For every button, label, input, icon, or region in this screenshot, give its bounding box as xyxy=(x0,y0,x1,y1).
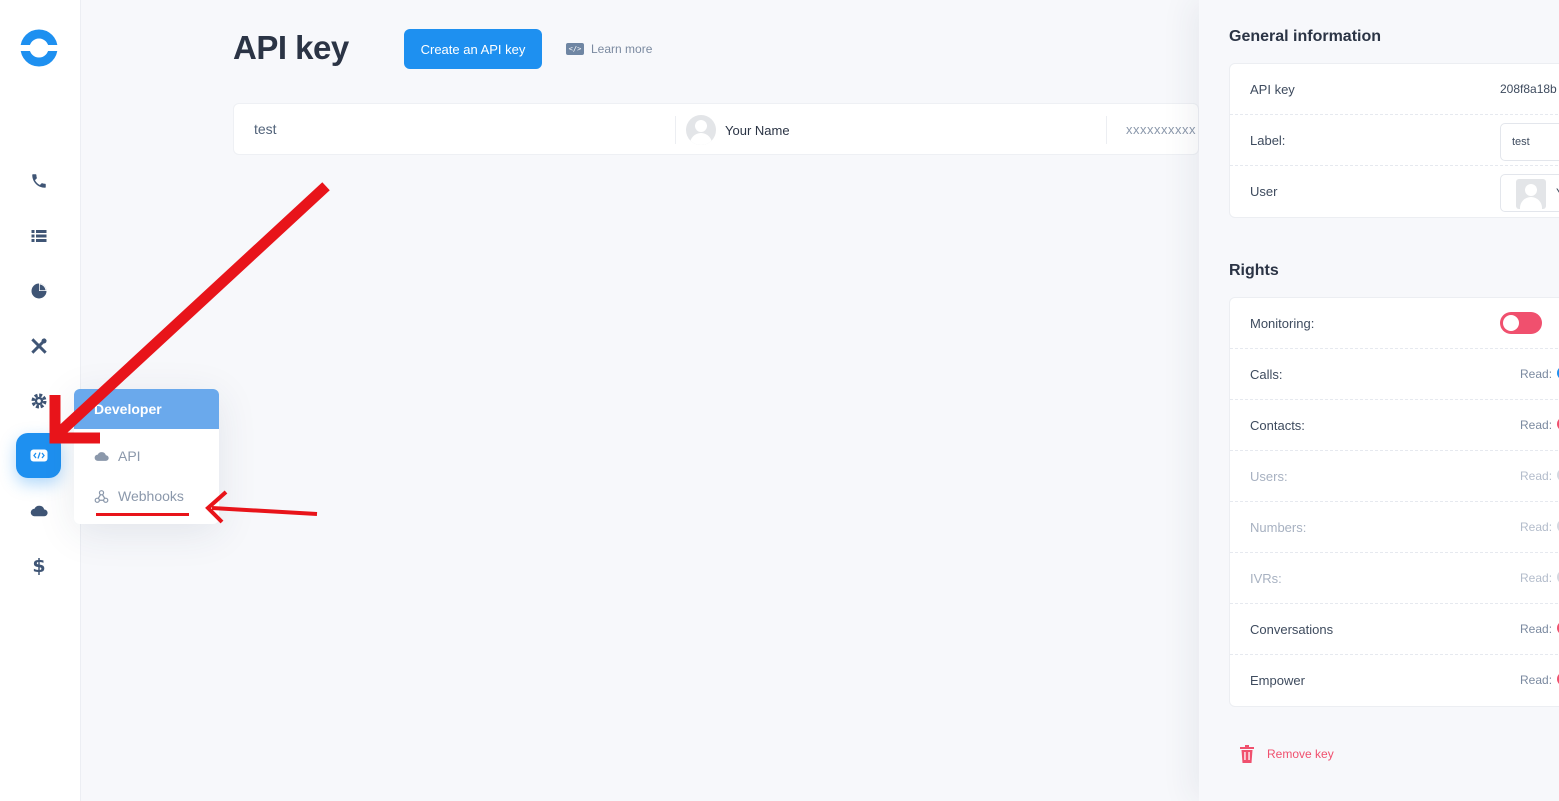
webhook-icon xyxy=(94,489,109,503)
remove-key-button[interactable]: Remove key xyxy=(1239,745,1334,763)
read-label: Read: xyxy=(1520,469,1553,483)
rights-row: Numbers: Read: xyxy=(1230,502,1559,553)
read-label: Read: xyxy=(1520,571,1553,585)
learn-more-label: Learn more xyxy=(591,42,653,56)
user-select[interactable]: Y xyxy=(1500,174,1559,212)
key-label: test xyxy=(254,121,277,137)
avatar xyxy=(686,115,716,145)
submenu-item-webhooks[interactable]: Webhooks xyxy=(94,488,184,504)
general-information-heading: General information xyxy=(1229,28,1382,45)
page-title: API key xyxy=(233,29,349,66)
api-key-row: API key 208f8a18b xyxy=(1230,64,1559,115)
submenu-item-label: Webhooks xyxy=(118,488,184,504)
rights-row: Monitoring: xyxy=(1230,298,1559,349)
rights-row: IVRs: Read: xyxy=(1230,553,1559,604)
avatar xyxy=(1516,179,1546,209)
create-api-key-button[interactable]: Create an API key xyxy=(404,29,542,69)
rights-label: Contacts: xyxy=(1250,418,1305,433)
read-label: Read: xyxy=(1520,367,1553,381)
read-label: Read: xyxy=(1520,622,1553,636)
rights-label: Empower xyxy=(1250,673,1305,688)
user-label: User xyxy=(1250,184,1278,199)
phone-icon[interactable] xyxy=(24,166,54,196)
rights-card: Monitoring: Calls: Read: Contacts: Read: User… xyxy=(1229,297,1559,707)
read-label: Read: xyxy=(1520,673,1553,687)
label-row: Label: test xyxy=(1230,115,1559,166)
rights-label: Numbers: xyxy=(1250,520,1307,535)
rights-heading: Rights xyxy=(1229,262,1279,279)
rights-row: Calls: Read: xyxy=(1230,349,1559,400)
table-row[interactable]: test Your Name xxxxxxxxxx xyxy=(233,103,1199,155)
label-label: Label: xyxy=(1250,133,1286,148)
monitoring-toggle[interactable] xyxy=(1500,312,1542,334)
code-icon: </> xyxy=(566,43,584,55)
api-key-label: API key xyxy=(1250,82,1295,97)
submenu-item-label: API xyxy=(118,448,141,464)
user-row: User Y xyxy=(1230,166,1559,217)
rights-label: Conversations xyxy=(1250,622,1334,637)
remove-key-label: Remove key xyxy=(1267,747,1334,761)
trash-icon xyxy=(1240,745,1254,763)
annotation-underline xyxy=(96,513,189,516)
sidebar: $ xyxy=(0,0,81,801)
key-user-name: Your Name xyxy=(725,122,790,138)
learn-more-link[interactable]: </> Learn more xyxy=(566,42,652,56)
label-input[interactable]: test xyxy=(1500,123,1559,161)
submenu-item-api[interactable]: API xyxy=(94,448,141,464)
gear-icon[interactable] xyxy=(24,386,54,416)
rights-label: Calls: xyxy=(1250,367,1283,382)
code-icon xyxy=(30,449,47,462)
cloud-icon[interactable] xyxy=(24,496,54,526)
rights-row: Empower Read: xyxy=(1230,655,1559,706)
column-divider xyxy=(675,116,676,144)
app-logo[interactable] xyxy=(20,29,58,67)
api-key-detail-panel: General information API key 208f8a18b La… xyxy=(1199,0,1559,801)
column-divider xyxy=(1106,116,1107,144)
general-information-card: API key 208f8a18b Label: test User Y xyxy=(1229,63,1559,218)
read-label: Read: xyxy=(1520,520,1553,534)
tools-icon[interactable] xyxy=(24,331,54,361)
cloud-icon xyxy=(94,451,109,461)
pie-chart-icon[interactable] xyxy=(24,276,54,306)
key-masked-value: xxxxxxxxxx xyxy=(1126,122,1196,137)
submenu-title: Developer xyxy=(74,389,219,429)
rights-row: Contacts: Read: xyxy=(1230,400,1559,451)
list-icon[interactable] xyxy=(24,221,54,251)
rights-row: Users: Read: xyxy=(1230,451,1559,502)
rights-row: Conversations Read: xyxy=(1230,604,1559,655)
rights-label: Users: xyxy=(1250,469,1288,484)
annotation-arrow-horizontal xyxy=(211,506,318,516)
key-user: Your Name xyxy=(686,115,790,145)
rights-label: Monitoring: xyxy=(1250,316,1315,331)
rights-label: IVRs: xyxy=(1250,571,1282,586)
dollar-icon[interactable]: $ xyxy=(24,551,54,581)
developer-nav-button[interactable] xyxy=(16,433,61,478)
developer-submenu: Developer API Webhooks xyxy=(74,389,219,524)
read-label: Read: xyxy=(1520,418,1553,432)
api-key-value[interactable]: 208f8a18b xyxy=(1500,82,1557,96)
